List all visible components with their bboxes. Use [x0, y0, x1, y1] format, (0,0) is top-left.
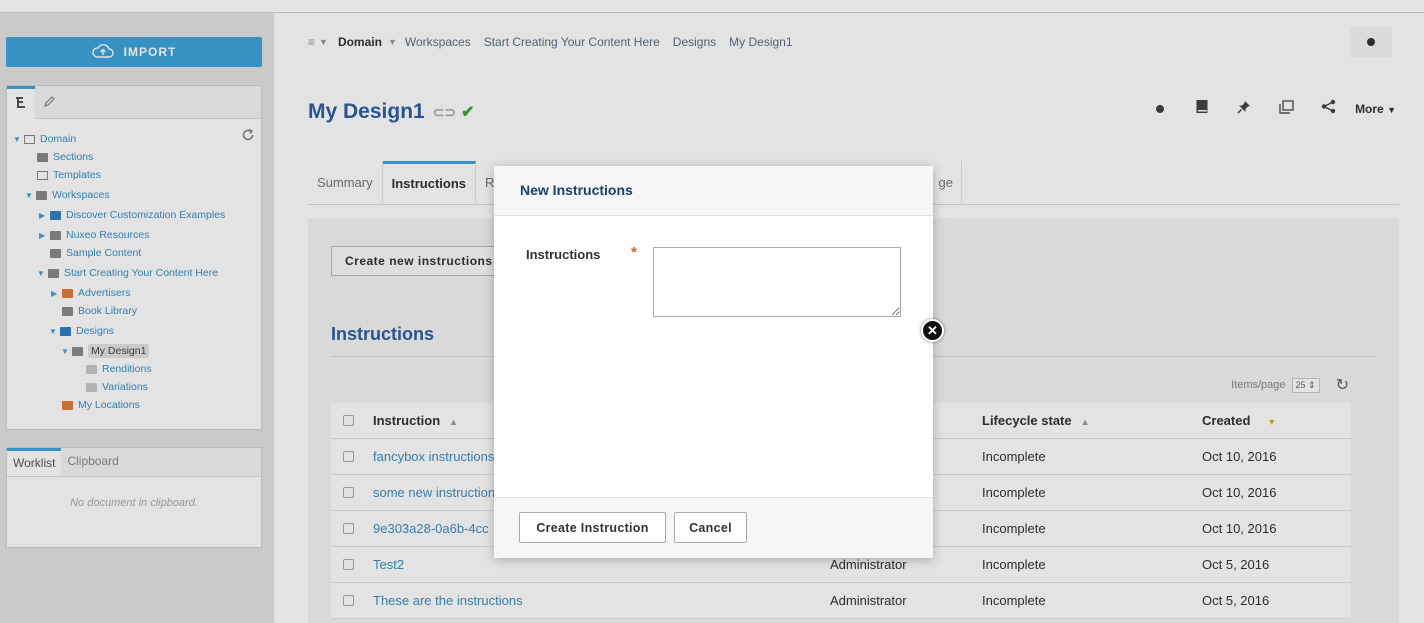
close-icon[interactable]: ✕ [921, 319, 944, 342]
create-instruction-button[interactable]: Create Instruction [519, 512, 666, 543]
required-marker: * [631, 244, 637, 261]
dialog-footer: Create Instruction Cancel [494, 497, 933, 558]
cancel-button[interactable]: Cancel [674, 512, 747, 543]
dialog-title: New Instructions [494, 166, 933, 216]
instructions-textarea[interactable] [653, 247, 901, 317]
instructions-field-label: Instructions [526, 247, 601, 262]
new-instructions-dialog: New Instructions Instructions * Create I… [494, 166, 944, 558]
